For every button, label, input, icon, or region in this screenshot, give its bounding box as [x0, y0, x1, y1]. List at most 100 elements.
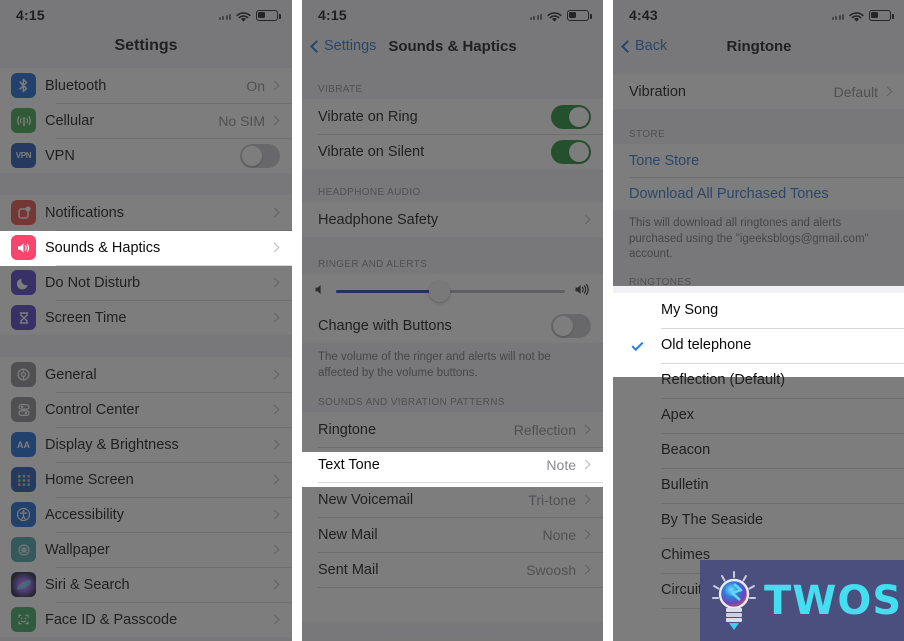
- sidebar-item-screen-time[interactable]: Screen Time: [0, 300, 292, 335]
- ringer-volume-slider[interactable]: [336, 280, 565, 302]
- status-indicators: [529, 9, 592, 22]
- chevron-right-icon: [580, 424, 591, 435]
- status-time: 4:43: [629, 7, 658, 23]
- sidebar-item-display-brightness[interactable]: AA Display & Brightness: [0, 427, 292, 462]
- list-item[interactable]: Bulletin: [613, 467, 904, 503]
- sidebar-item-vpn[interactable]: VPN VPN: [0, 138, 292, 173]
- status-time: 4:15: [16, 7, 45, 23]
- chevron-right-icon: [269, 404, 280, 415]
- sidebar-item-wallpaper[interactable]: Wallpaper: [0, 532, 292, 567]
- sidebar-item-cellular[interactable]: Cellular No SIM: [0, 103, 292, 138]
- sidebar-item-siri-search[interactable]: Siri & Search: [0, 567, 292, 602]
- ringtone-label: My Song: [661, 302, 719, 319]
- row-label: VPN: [45, 147, 75, 164]
- general-gear-icon: [11, 362, 36, 387]
- cellular-icon: [11, 108, 36, 133]
- row-text-tone[interactable]: Text Tone Note: [302, 447, 603, 483]
- chevron-right-icon: [269, 579, 280, 590]
- row-label: Face ID & Passcode: [45, 611, 178, 628]
- row-label: Vibration: [629, 83, 686, 100]
- row-label: Control Center: [45, 401, 140, 418]
- row-vibrate-on-ring[interactable]: Vibrate on Ring: [302, 99, 603, 134]
- list-item[interactable]: Reflection (Default): [613, 362, 904, 398]
- list-item[interactable]: Beacon: [613, 432, 904, 468]
- change-with-buttons-toggle[interactable]: [551, 313, 591, 338]
- row-label: Home Screen: [45, 471, 134, 488]
- row-new-voicemail[interactable]: New Voicemail Tri-tone: [302, 482, 603, 518]
- row-label: Vibrate on Silent: [318, 143, 425, 160]
- sidebar-item-accessibility[interactable]: Accessibility: [0, 497, 292, 532]
- sidebar-item-notifications[interactable]: Notifications: [0, 195, 292, 230]
- chevron-right-icon: [580, 494, 591, 505]
- ringer-group: Change with Buttons: [302, 274, 603, 343]
- link-tone-store[interactable]: Tone Store: [613, 144, 904, 177]
- list-item[interactable]: Apex: [613, 397, 904, 433]
- chevron-right-icon: [580, 564, 591, 575]
- panel-gap-2: [603, 0, 613, 641]
- row-label: Headphone Safety: [318, 211, 439, 228]
- patterns-group: Ringtone Reflection Text Tone Note New V…: [302, 412, 603, 623]
- chevron-right-icon: [580, 529, 591, 540]
- sidebar-item-home-screen[interactable]: Home Screen: [0, 462, 292, 497]
- sidebar-item-sounds-haptics[interactable]: Sounds & Haptics: [0, 230, 292, 265]
- row-vibrate-on-silent[interactable]: Vibrate on Silent: [302, 134, 603, 169]
- row-change-with-buttons[interactable]: Change with Buttons: [302, 308, 603, 343]
- vibrate-on-ring-toggle[interactable]: [551, 104, 591, 129]
- link-label: Tone Store: [629, 152, 700, 169]
- screenshot-root: 4:15 Settings Bluetooth On Cellular No S…: [0, 0, 904, 641]
- sidebar-item-control-center[interactable]: Control Center: [0, 392, 292, 427]
- list-item[interactable]: Old telephone: [613, 327, 904, 363]
- ringer-footnote: The volume of the ringer and alerts will…: [302, 343, 603, 392]
- battery-icon: [869, 9, 894, 21]
- link-label: Download All Purchased Tones: [629, 185, 829, 202]
- ringtone-label: Apex: [661, 407, 695, 424]
- ringtone-label: Circuit: [661, 582, 703, 599]
- screen-time-icon: [11, 305, 36, 330]
- chevron-left-icon: [621, 39, 634, 53]
- link-download-all-purchased-tones[interactable]: Download All Purchased Tones: [613, 177, 904, 210]
- slider-knob[interactable]: [428, 280, 450, 302]
- chevron-right-icon: [269, 277, 280, 288]
- sidebar-item-do-not-disturb[interactable]: Do Not Disturb: [0, 265, 292, 300]
- row-sent-mail[interactable]: Sent Mail Swoosh: [302, 552, 603, 588]
- row-label: Sent Mail: [318, 561, 379, 578]
- signal-dots-icon: [218, 11, 231, 20]
- sidebar-item-general[interactable]: General: [0, 357, 292, 392]
- list-item[interactable]: My Song: [613, 292, 904, 328]
- sidebar-item-face-id-passcode[interactable]: Face ID & Passcode: [0, 602, 292, 637]
- back-button-settings[interactable]: Settings: [302, 38, 376, 54]
- settings-panel: 4:15 Settings Bluetooth On Cellular No S…: [0, 0, 292, 641]
- row-partial-next[interactable]: [302, 587, 603, 623]
- ringer-volume-slider-row[interactable]: [302, 274, 603, 308]
- sidebar-item-bluetooth[interactable]: Bluetooth On: [0, 68, 292, 103]
- row-new-mail[interactable]: New Mail None: [302, 517, 603, 553]
- group-spacer-1: [0, 173, 292, 195]
- row-ringtone[interactable]: Ringtone Reflection: [302, 412, 603, 448]
- row-label: Cellular: [45, 112, 95, 129]
- wifi-icon: [547, 10, 562, 22]
- section-header-ringtones: RINGTONES: [613, 272, 904, 293]
- nav-bar-3: Back Ringtone: [613, 30, 904, 62]
- vibrate-on-silent-toggle[interactable]: [551, 139, 591, 164]
- battery-icon: [567, 9, 592, 21]
- vpn-toggle[interactable]: [240, 143, 280, 168]
- chevron-right-icon: [269, 312, 280, 323]
- back-button[interactable]: Back: [613, 38, 667, 54]
- row-label: Screen Time: [45, 309, 127, 326]
- chevron-left-icon: [310, 39, 323, 53]
- watermark-text: TWOS: [764, 577, 903, 624]
- row-headphone-safety[interactable]: Headphone Safety: [302, 202, 603, 237]
- ringtone-panel: 4:43 Back Ringtone Vibration Default STO…: [613, 0, 904, 641]
- row-label: Change with Buttons: [318, 317, 452, 334]
- list-item[interactable]: By The Seaside: [613, 502, 904, 538]
- page-title: Settings: [114, 37, 178, 54]
- signal-dots-icon: [529, 11, 542, 20]
- row-label: Wallpaper: [45, 541, 110, 558]
- row-vibration[interactable]: Vibration Default: [613, 74, 904, 109]
- status-indicators: [831, 9, 894, 22]
- headphone-group: Headphone Safety: [302, 202, 603, 237]
- row-value: Tri-tone: [528, 491, 576, 508]
- watermark: TWOS: [700, 560, 904, 641]
- ringtone-label: By The Seaside: [661, 512, 764, 529]
- check-slot: [613, 339, 661, 352]
